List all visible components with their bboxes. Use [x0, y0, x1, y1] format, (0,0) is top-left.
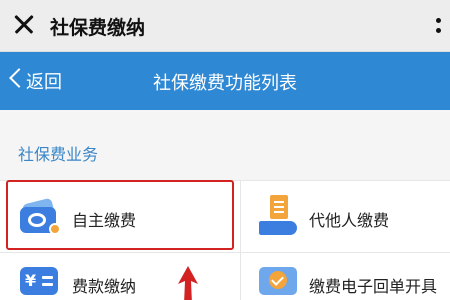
- close-icon[interactable]: [10, 10, 38, 38]
- service-e-receipt[interactable]: 缴费电子回单开具: [241, 253, 450, 300]
- highlight-box: [6, 180, 234, 250]
- service-label: 代他人缴费: [309, 211, 390, 230]
- yen-card-icon: ¥: [20, 267, 60, 297]
- service-label: 缴费电子回单开具: [309, 277, 438, 296]
- page-title: 社保缴费功能列表: [153, 73, 297, 94]
- pay-for-others-icon: [257, 195, 301, 239]
- section-header: 社保费业务: [0, 110, 450, 180]
- e-receipt-icon: [257, 265, 299, 299]
- title-bar: 社保费缴纳: [0, 0, 450, 52]
- more-options-icon[interactable]: [436, 18, 444, 34]
- nav-bar: 返回 社保缴费功能列表: [0, 52, 450, 110]
- annotation-arrow-icon: [178, 266, 198, 300]
- service-label: 费款缴纳: [72, 277, 137, 296]
- service-fee-payment[interactable]: ¥ 费款缴纳: [0, 253, 240, 300]
- service-pay-for-others[interactable]: 代他人缴费: [241, 181, 450, 252]
- window-title: 社保费缴纳: [50, 17, 146, 39]
- section-title: 社保费业务: [18, 145, 99, 164]
